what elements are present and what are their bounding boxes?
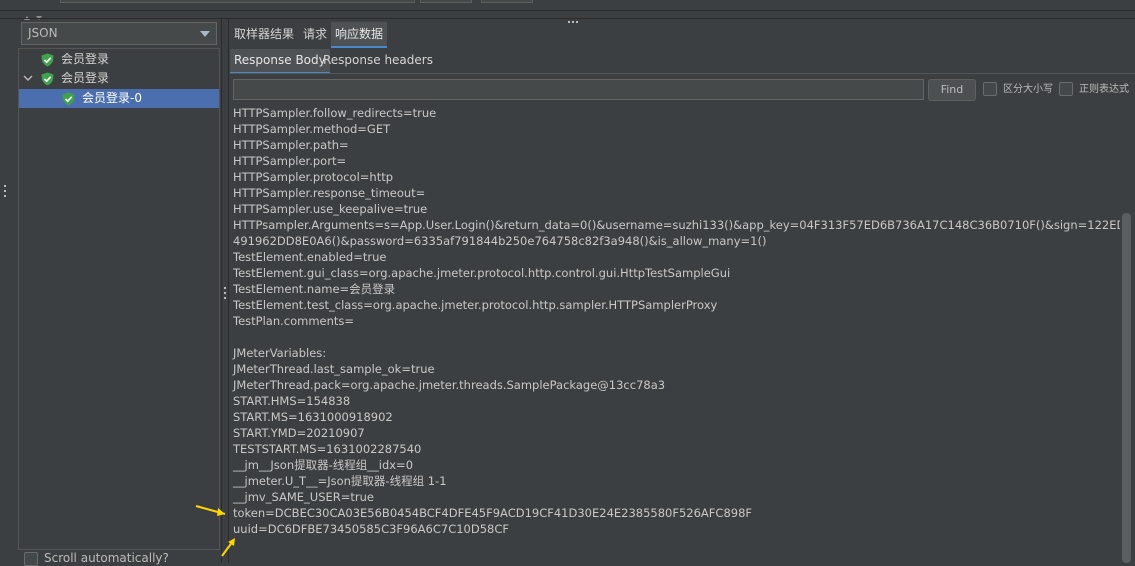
response-line: TestElement.test_class=org.apache.jmeter… (233, 298, 718, 312)
tab-sampler-result[interactable]: 取样器结果 (230, 22, 298, 46)
tab-response-data[interactable]: 响应数据 (331, 22, 388, 48)
success-shield-icon (62, 92, 75, 106)
checkbox-icon[interactable] (983, 82, 997, 96)
annotation-arrow-icon (221, 538, 235, 557)
response-line: START.YMD=20210907 (233, 426, 365, 440)
annotation-arrow-icon (195, 505, 226, 516)
tree-node[interactable]: 会员登录 (19, 50, 219, 69)
response-line: JMeterThread.pack=org.apache.jmeter.thre… (233, 378, 666, 392)
vertical-splitter-grip-icon[interactable] (223, 287, 227, 303)
top-button-edge-1[interactable] (420, 0, 472, 3)
response-line: 491962DD8E0A6()&password=6335af791844b25… (233, 234, 767, 248)
response-line: __jmv_SAME_USER=true (233, 490, 374, 504)
tab-request[interactable]: 请求 (299, 22, 331, 46)
response-line: uuid=DC6DFBE73450585C3F96A6C7C10D58CF (233, 522, 509, 536)
response-line: TestElement.name=会员登录 (233, 282, 396, 296)
response-line: HTTPSampler.response_timeout= (233, 186, 426, 200)
format-select-value: JSON (28, 26, 58, 40)
format-select[interactable]: JSON (21, 22, 217, 45)
response-line: HTTPSampler.follow_redirects=true (233, 106, 437, 120)
response-line: __jmeter.U_T__=Json提取器-线程组 1-1 (233, 474, 447, 488)
regex-label: 正则表达式 (1079, 84, 1129, 95)
scrollbar-thumb[interactable] (1122, 213, 1131, 563)
success-shield-icon (41, 72, 54, 86)
response-body-text[interactable]: HTTPSampler.follow_redirects=true HTTPSam… (230, 103, 1120, 563)
tree-node-label: 会员登录 (61, 71, 110, 85)
response-line: TestElement.gui_class=org.apache.jmeter.… (233, 266, 731, 280)
tree-node-label: 会员登录 (61, 52, 110, 66)
response-line: JMeterVariables: (233, 346, 327, 360)
response-line: __jm__Json提取器-线程组__idx=0 (233, 458, 414, 472)
results-tree: 会员登录 会员登录 会员登录-0 (18, 48, 220, 550)
divider (230, 73, 1135, 74)
chevron-down-icon (200, 31, 210, 37)
find-button[interactable]: Find (928, 79, 976, 101)
response-line: TestElement.enabled=true (233, 250, 387, 264)
search-input[interactable] (233, 79, 924, 100)
response-line: HTTPSampler.port= (233, 154, 347, 168)
tree-node-selected[interactable]: 会员登录-0 (19, 89, 219, 108)
response-line: JMeterThread.last_sample_ok=true (233, 362, 435, 376)
regex-checkbox[interactable]: 正则表达式 (1059, 82, 1129, 98)
response-line: HTTPSampler.method=GET (233, 122, 391, 136)
response-line: START.HMS=154838 (233, 394, 351, 408)
tab-response-headers[interactable]: Response headers (319, 49, 437, 72)
tree-node-label: 会员登录-0 (82, 91, 142, 105)
response-line: HTTPSampler.path= (233, 138, 349, 152)
case-sensitive-label: 区分大小写 (1003, 84, 1053, 95)
checkbox-icon[interactable] (1059, 82, 1073, 96)
success-shield-icon (41, 53, 54, 67)
response-line: TestPlan.comments= (233, 314, 355, 328)
response-line: TESTSTART.MS=1631002287540 (233, 442, 422, 456)
chevron-down-icon[interactable] (23, 73, 33, 83)
response-line: HTTPSampler.protocol=http (233, 170, 394, 184)
response-line: HTTPSampler.use_keepalive=true (233, 202, 428, 216)
splitter-grip-icon[interactable] (568, 12, 582, 23)
tab-response-body[interactable]: Response Body (230, 49, 330, 74)
left-splitter-grip-icon[interactable] (3, 185, 7, 201)
checkbox-icon[interactable] (24, 551, 38, 566)
response-line: START.MS=1631000918902 (233, 410, 393, 424)
response-line: HTTPsampler.Arguments=s=App.User.Login()… (233, 218, 1120, 232)
top-button-edge-2[interactable] (481, 0, 533, 3)
response-line: token=DCBEC30CA03E56B0454BCF4DFE45F9ACD1… (233, 506, 753, 520)
top-field-edge[interactable] (60, 0, 415, 3)
case-sensitive-checkbox[interactable]: 区分大小写 (983, 82, 1053, 98)
tree-node[interactable]: 会员登录 (19, 69, 219, 88)
